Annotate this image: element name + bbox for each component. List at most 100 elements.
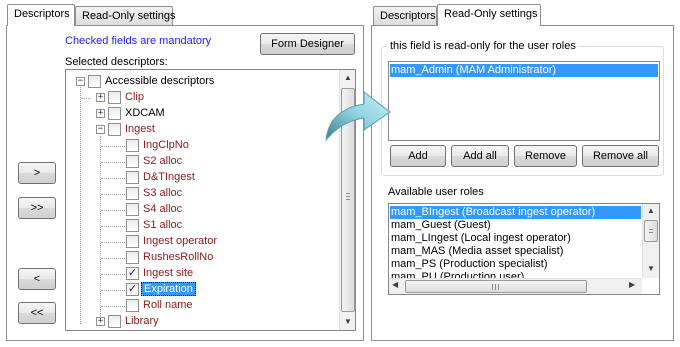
roles-vertical-scrollbar[interactable]: ▲ ▼ bbox=[642, 204, 659, 278]
scroll-thumb[interactable] bbox=[405, 280, 587, 293]
tree-connector bbox=[101, 194, 125, 195]
checkbox[interactable] bbox=[126, 235, 139, 248]
move-all-left-button[interactable]: << bbox=[18, 302, 56, 324]
available-roles-list[interactable]: mam_BIngest (Broadcast ingest operator) … bbox=[388, 203, 660, 295]
expand-icon[interactable]: + bbox=[96, 317, 105, 326]
tree-node-s3-alloc[interactable]: S3 alloc bbox=[66, 186, 336, 202]
tab-readonly-settings-right[interactable]: Read-Only settings bbox=[437, 4, 541, 26]
remove-all-button[interactable]: Remove all bbox=[582, 145, 659, 167]
checkbox[interactable] bbox=[126, 219, 139, 232]
tree-node-root[interactable]: − Accessible descriptors bbox=[66, 74, 336, 90]
tree-node-roll-name[interactable]: Roll name bbox=[66, 298, 336, 314]
scroll-left-icon[interactable]: ◀ bbox=[392, 280, 398, 289]
tree-node-s4-alloc[interactable]: S4 alloc bbox=[66, 202, 336, 218]
tree-node-expiration[interactable]: ✓ Expiration bbox=[66, 282, 336, 298]
tree-node-label: Ingest operator bbox=[143, 235, 217, 247]
tree-node-label: S3 alloc bbox=[143, 187, 183, 199]
move-right-button[interactable]: > bbox=[18, 162, 56, 184]
list-item[interactable]: mam_PU (Production user) bbox=[390, 271, 524, 278]
tree-node-label: S4 alloc bbox=[143, 203, 183, 215]
tree-node-label: S2 alloc bbox=[143, 155, 183, 167]
tree-node-ingest-site[interactable]: ✓ Ingest site bbox=[66, 266, 336, 282]
checkbox[interactable] bbox=[108, 315, 121, 328]
tab-descriptors-left[interactable]: Descriptors bbox=[7, 4, 75, 26]
scroll-right-icon[interactable]: ▶ bbox=[629, 280, 635, 289]
scroll-down-icon[interactable]: ▼ bbox=[340, 317, 355, 326]
tree-node-rushesrollno[interactable]: RushesRollNo bbox=[66, 250, 336, 266]
checkbox[interactable] bbox=[126, 251, 139, 264]
expand-icon[interactable]: + bbox=[96, 93, 105, 102]
tree-node-s1-alloc[interactable]: S1 alloc bbox=[66, 218, 336, 234]
tree-connector bbox=[101, 146, 125, 147]
checkbox[interactable] bbox=[126, 187, 139, 200]
tree-node-label: Roll name bbox=[143, 299, 193, 311]
add-button[interactable]: Add bbox=[390, 145, 446, 167]
list-item[interactable]: mam_Guest (Guest) bbox=[390, 219, 491, 232]
tab-readonly-settings-left[interactable]: Read-Only settings bbox=[75, 6, 176, 26]
readonly-roles-list[interactable]: mam_Admin (MAM Administrator) bbox=[388, 61, 660, 141]
tree-node-label: IngClpNo bbox=[143, 139, 189, 151]
tree-node-dtingest[interactable]: D&TIngest bbox=[66, 170, 336, 186]
tab-label: Read-Only settings bbox=[82, 10, 176, 22]
tree-node-xdcam[interactable]: + XDCAM bbox=[66, 106, 336, 122]
list-item[interactable]: mam_MAS (Media asset specialist) bbox=[390, 245, 563, 258]
checkbox[interactable] bbox=[108, 91, 121, 104]
tree-connector bbox=[101, 226, 125, 227]
list-item[interactable]: mam_LIngest (Local ingest operator) bbox=[390, 232, 571, 245]
tree-connector bbox=[101, 242, 125, 243]
mandatory-note: Checked fields are mandatory bbox=[65, 35, 212, 47]
tree-node-label: Ingest bbox=[125, 123, 155, 135]
move-all-right-button[interactable]: >> bbox=[18, 197, 56, 219]
checkbox[interactable] bbox=[126, 203, 139, 216]
tree-connector bbox=[101, 258, 125, 259]
collapse-icon[interactable]: − bbox=[96, 125, 105, 134]
tree-node-label: Clip bbox=[125, 91, 144, 103]
roles-horizontal-scrollbar[interactable]: ◀ ▶ bbox=[389, 278, 642, 294]
checkbox[interactable] bbox=[126, 299, 139, 312]
collapse-icon[interactable]: − bbox=[76, 77, 85, 86]
tree-connector bbox=[101, 290, 125, 291]
tree-node-label: XDCAM bbox=[125, 107, 165, 119]
tree-node-label: Accessible descriptors bbox=[105, 75, 215, 87]
checkbox-checked[interactable]: ✓ bbox=[126, 267, 139, 280]
tree-connector bbox=[101, 162, 125, 163]
tree-connector bbox=[101, 306, 125, 307]
add-all-button[interactable]: Add all bbox=[451, 145, 509, 167]
list-item[interactable]: mam_PS (Production specialist) bbox=[390, 258, 548, 271]
tree-node-label: Library bbox=[125, 315, 159, 327]
tree-node-label: S1 alloc bbox=[143, 219, 183, 231]
tree-node-label-selected: Expiration bbox=[141, 282, 196, 296]
tree-node-clip[interactable]: + Clip bbox=[66, 90, 336, 106]
tree-node-ingest-operator[interactable]: Ingest operator bbox=[66, 234, 336, 250]
scroll-thumb[interactable] bbox=[644, 220, 658, 242]
tab-label: Descriptors bbox=[380, 10, 436, 22]
list-item-selected[interactable]: mam_Admin (MAM Administrator) bbox=[390, 64, 658, 77]
tree-node-s2-alloc[interactable]: S2 alloc bbox=[66, 154, 336, 170]
checkbox[interactable] bbox=[108, 123, 121, 136]
tree-node-library[interactable]: + Library bbox=[66, 314, 336, 330]
tree-node-ingest[interactable]: − Ingest bbox=[66, 122, 336, 138]
remove-button[interactable]: Remove bbox=[514, 145, 577, 167]
list-item-selected[interactable]: mam_BIngest (Broadcast ingest operator) bbox=[390, 206, 641, 219]
move-left-button[interactable]: < bbox=[18, 268, 56, 290]
readonly-group-label: this field is read-only for the user rol… bbox=[388, 40, 578, 52]
checkbox[interactable] bbox=[126, 139, 139, 152]
checkbox-checked[interactable]: ✓ bbox=[126, 283, 139, 296]
tree-node-label: RushesRollNo bbox=[143, 251, 214, 263]
curved-arrow-icon bbox=[325, 90, 391, 142]
checkbox[interactable] bbox=[126, 155, 139, 168]
scroll-down-icon[interactable]: ▼ bbox=[643, 264, 659, 273]
tree-node-ingclpno[interactable]: IngClpNo bbox=[66, 138, 336, 154]
checkbox[interactable] bbox=[108, 107, 121, 120]
scroll-up-icon[interactable]: ▲ bbox=[643, 206, 659, 215]
descriptor-tree[interactable]: − Accessible descriptors + Clip + XDCAM … bbox=[65, 69, 356, 331]
checkbox[interactable] bbox=[126, 171, 139, 184]
form-designer-button[interactable]: Form Designer bbox=[260, 33, 355, 55]
selected-descriptors-label: Selected descriptors: bbox=[65, 56, 168, 68]
tree-node-label: Ingest site bbox=[143, 267, 194, 279]
tab-descriptors-right[interactable]: Descriptors bbox=[373, 6, 437, 26]
available-roles-label: Available user roles bbox=[388, 186, 484, 198]
expand-icon[interactable]: + bbox=[96, 109, 105, 118]
checkbox[interactable] bbox=[88, 75, 101, 88]
tree-connector bbox=[101, 178, 125, 179]
